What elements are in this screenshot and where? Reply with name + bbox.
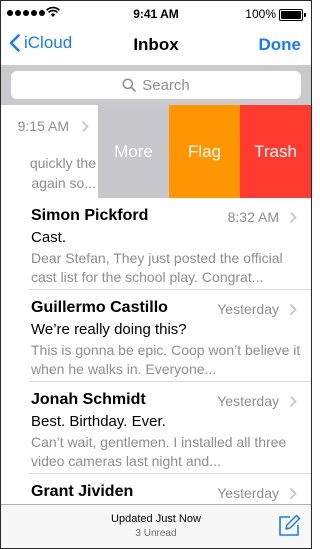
message-row[interactable]: Jonah Schmidt Yesterday Best. Birthday. … bbox=[1, 382, 311, 474]
search-icon bbox=[122, 78, 137, 92]
chevron-right-icon bbox=[289, 487, 297, 500]
navigation-bar: iCloud Inbox Done bbox=[1, 27, 311, 65]
update-status: Updated Just Now bbox=[111, 513, 201, 525]
message-time: Yesterday bbox=[217, 393, 279, 409]
message-preview: Dear Stefan, They just posted the offici… bbox=[31, 250, 283, 285]
message-time: Yesterday bbox=[217, 301, 279, 317]
message-sender: Guillermo Castillo bbox=[31, 299, 168, 316]
bottom-toolbar: Updated Just Now 3 Unread bbox=[1, 504, 311, 548]
preview-line: again so... bbox=[31, 175, 96, 191]
search-input[interactable]: Search bbox=[11, 71, 301, 99]
unread-count: 3 Unread bbox=[135, 528, 177, 539]
message-row[interactable]: Simon Pickford 8:32 AM Cast. Dear Stefan… bbox=[1, 198, 311, 290]
message-time: 8:32 AM bbox=[227, 209, 279, 225]
flag-button[interactable]: Flag bbox=[169, 105, 240, 198]
compose-icon[interactable] bbox=[277, 514, 301, 538]
message-row[interactable]: Grant Jividen Yesterday bbox=[1, 474, 311, 504]
chevron-right-icon bbox=[289, 395, 297, 408]
chevron-right-icon bbox=[289, 211, 297, 224]
battery-icon bbox=[279, 9, 306, 21]
message-row[interactable]: Guillermo Castillo Yesterday We’re reall… bbox=[1, 290, 311, 382]
message-sender: Grant Jividen bbox=[31, 483, 134, 500]
swiped-message-row[interactable]: 9:15 AM quickly the again so... More Fla… bbox=[1, 105, 311, 198]
swiped-message-content: 9:15 AM quickly the again so... bbox=[1, 105, 98, 198]
trash-button[interactable]: Trash bbox=[240, 105, 311, 198]
battery-percent: 100% bbox=[245, 7, 276, 21]
message-preview: Can’t wait, gentlemen. I installed all t… bbox=[31, 434, 287, 469]
message-sender: Jonah Schmidt bbox=[31, 391, 146, 408]
done-button[interactable]: Done bbox=[259, 35, 302, 55]
message-subject: Cast. bbox=[31, 229, 67, 246]
status-bar: 9:41 AM 100% bbox=[1, 1, 311, 27]
message-subject: We’re really doing this? bbox=[31, 321, 187, 338]
message-sender: Simon Pickford bbox=[31, 207, 149, 224]
message-preview: quickly the again so... bbox=[1, 153, 96, 193]
phone-screen: 9:41 AM 100% iCloud Inbox Done Search 9: bbox=[0, 0, 312, 549]
chevron-right-icon bbox=[289, 303, 297, 316]
message-time: 9:15 AM bbox=[17, 118, 69, 134]
chevron-right-icon bbox=[81, 120, 89, 133]
search-bar: Search bbox=[1, 65, 311, 105]
more-button[interactable]: More bbox=[98, 105, 169, 198]
message-time: Yesterday bbox=[217, 485, 279, 501]
search-placeholder: Search bbox=[142, 76, 190, 94]
message-preview: This is gonna be epic. Coop won’t believ… bbox=[31, 342, 301, 377]
message-subject: Best. Birthday. Ever. bbox=[31, 413, 166, 430]
preview-line: quickly the bbox=[29, 155, 96, 171]
